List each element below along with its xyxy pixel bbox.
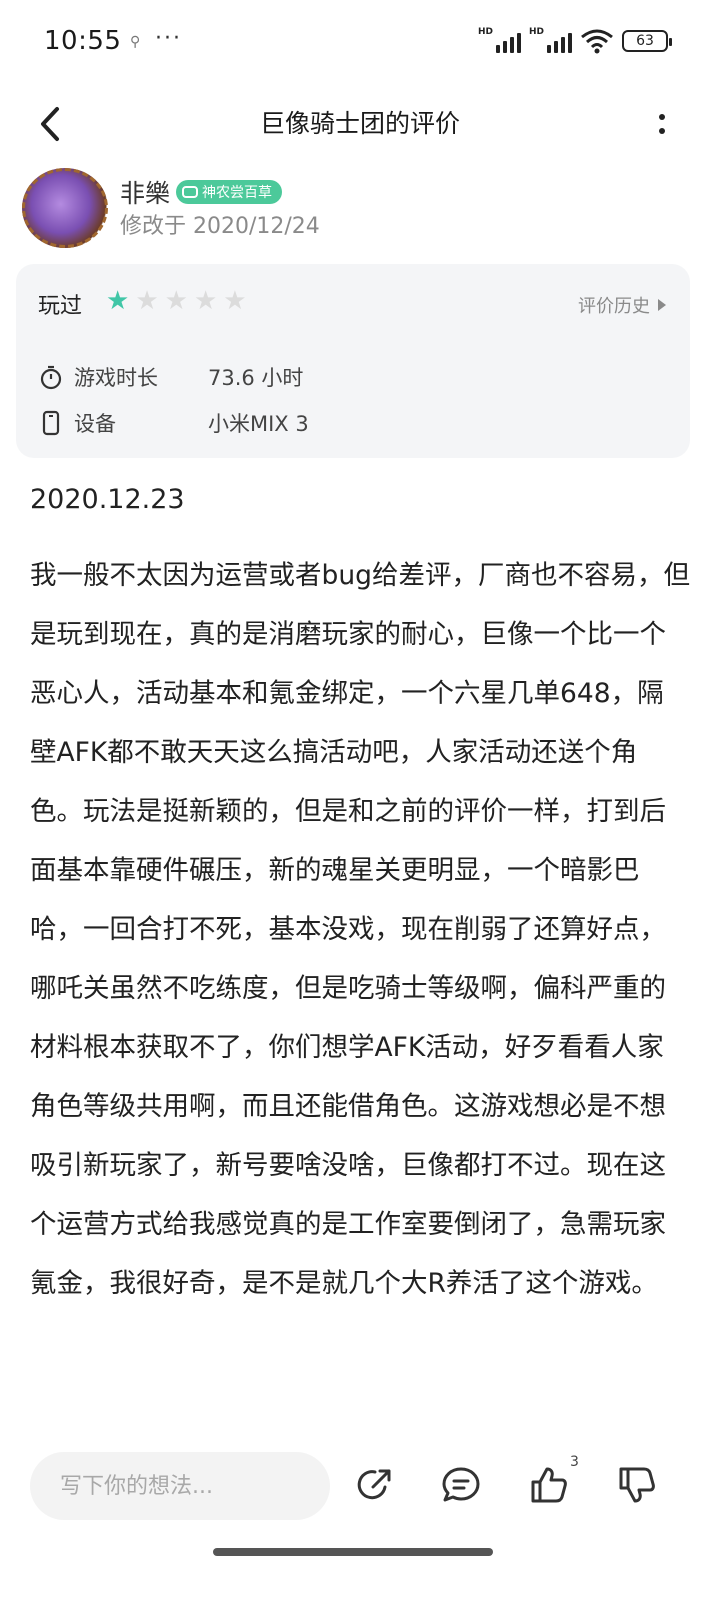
- signal-icon: HD: [529, 27, 572, 53]
- badge-label: 神农尝百草: [202, 185, 272, 201]
- review-history-link[interactable]: 评价历史: [578, 292, 666, 318]
- comment-button[interactable]: [438, 1462, 484, 1508]
- status-time: 10:55: [44, 26, 122, 56]
- author-name[interactable]: 非樂: [120, 174, 170, 210]
- device-label: 设备: [74, 412, 116, 436]
- like-button[interactable]: [526, 1462, 572, 1508]
- gamepad-icon: [182, 186, 198, 198]
- phone-icon: [38, 410, 64, 436]
- modified-date: 修改于 2020/12/24: [120, 214, 320, 239]
- more-vertical-icon[interactable]: [652, 104, 672, 144]
- bottom-action-bar: 3: [0, 1440, 720, 1540]
- rating-stars: ★ ★ ★ ★ ★: [106, 288, 247, 314]
- share-button[interactable]: [352, 1462, 398, 1508]
- comment-input[interactable]: [30, 1452, 330, 1520]
- thumbs-up-icon: [531, 1467, 567, 1503]
- played-label: 玩过: [38, 294, 83, 319]
- star-icon: ★: [106, 286, 130, 316]
- playtime-row: 游戏时长 73.6 小时: [38, 362, 303, 392]
- playtime-label: 游戏时长: [74, 366, 158, 390]
- review-history-label: 评价历史: [578, 296, 650, 317]
- star-icon: ★: [193, 286, 218, 316]
- stopwatch-icon: [38, 364, 64, 390]
- share-icon: [357, 1469, 391, 1500]
- signal-icon: HD: [478, 27, 521, 53]
- like-count: 3: [570, 1454, 579, 1470]
- device-row: 设备 小米MIX 3: [38, 408, 309, 438]
- review-body: 我一般不太因为运营或者bug给差评，厂商也不容易，但是玩到现在，真的是消磨玩家的…: [30, 560, 690, 1299]
- status-bar: 10:55 ⚲ ··· HD HD 63: [0, 0, 720, 88]
- device-value: 小米MIX 3: [208, 412, 309, 436]
- hd-label: HD: [529, 27, 545, 37]
- comment-icon: [442, 1467, 480, 1502]
- playtime-value: 73.6 小时: [208, 366, 304, 390]
- status-indicators: HD HD 63: [478, 27, 672, 54]
- star-icon: ★: [164, 286, 188, 316]
- author-header: 非樂 神农尝百草 修改于 2020/12/24: [22, 168, 702, 248]
- avatar[interactable]: [22, 168, 108, 248]
- home-indicator[interactable]: [213, 1548, 493, 1556]
- hd-label: HD: [478, 27, 494, 37]
- dislike-button[interactable]: [614, 1462, 660, 1508]
- rating-card: 玩过 ★ ★ ★ ★ ★ 评价历史 游戏时长 73.6 小时 设备 小米MIX 3: [16, 264, 690, 458]
- page-title: 巨像骑士团的评价: [259, 109, 460, 138]
- author-badge: 神农尝百草: [176, 180, 282, 204]
- battery-icon: 63: [622, 30, 672, 52]
- star-icon: ★: [135, 286, 159, 316]
- review-date: 2020.12.23: [30, 484, 185, 515]
- star-icon: ★: [223, 286, 247, 316]
- nav-bar: 巨像骑士团的评价: [0, 88, 720, 160]
- notification-icon: ⚲: [130, 34, 141, 50]
- thumbs-down-icon: [619, 1467, 655, 1503]
- status-more-icon: ···: [155, 26, 182, 51]
- chevron-right-icon: [658, 299, 666, 311]
- wifi-icon: [581, 29, 613, 54]
